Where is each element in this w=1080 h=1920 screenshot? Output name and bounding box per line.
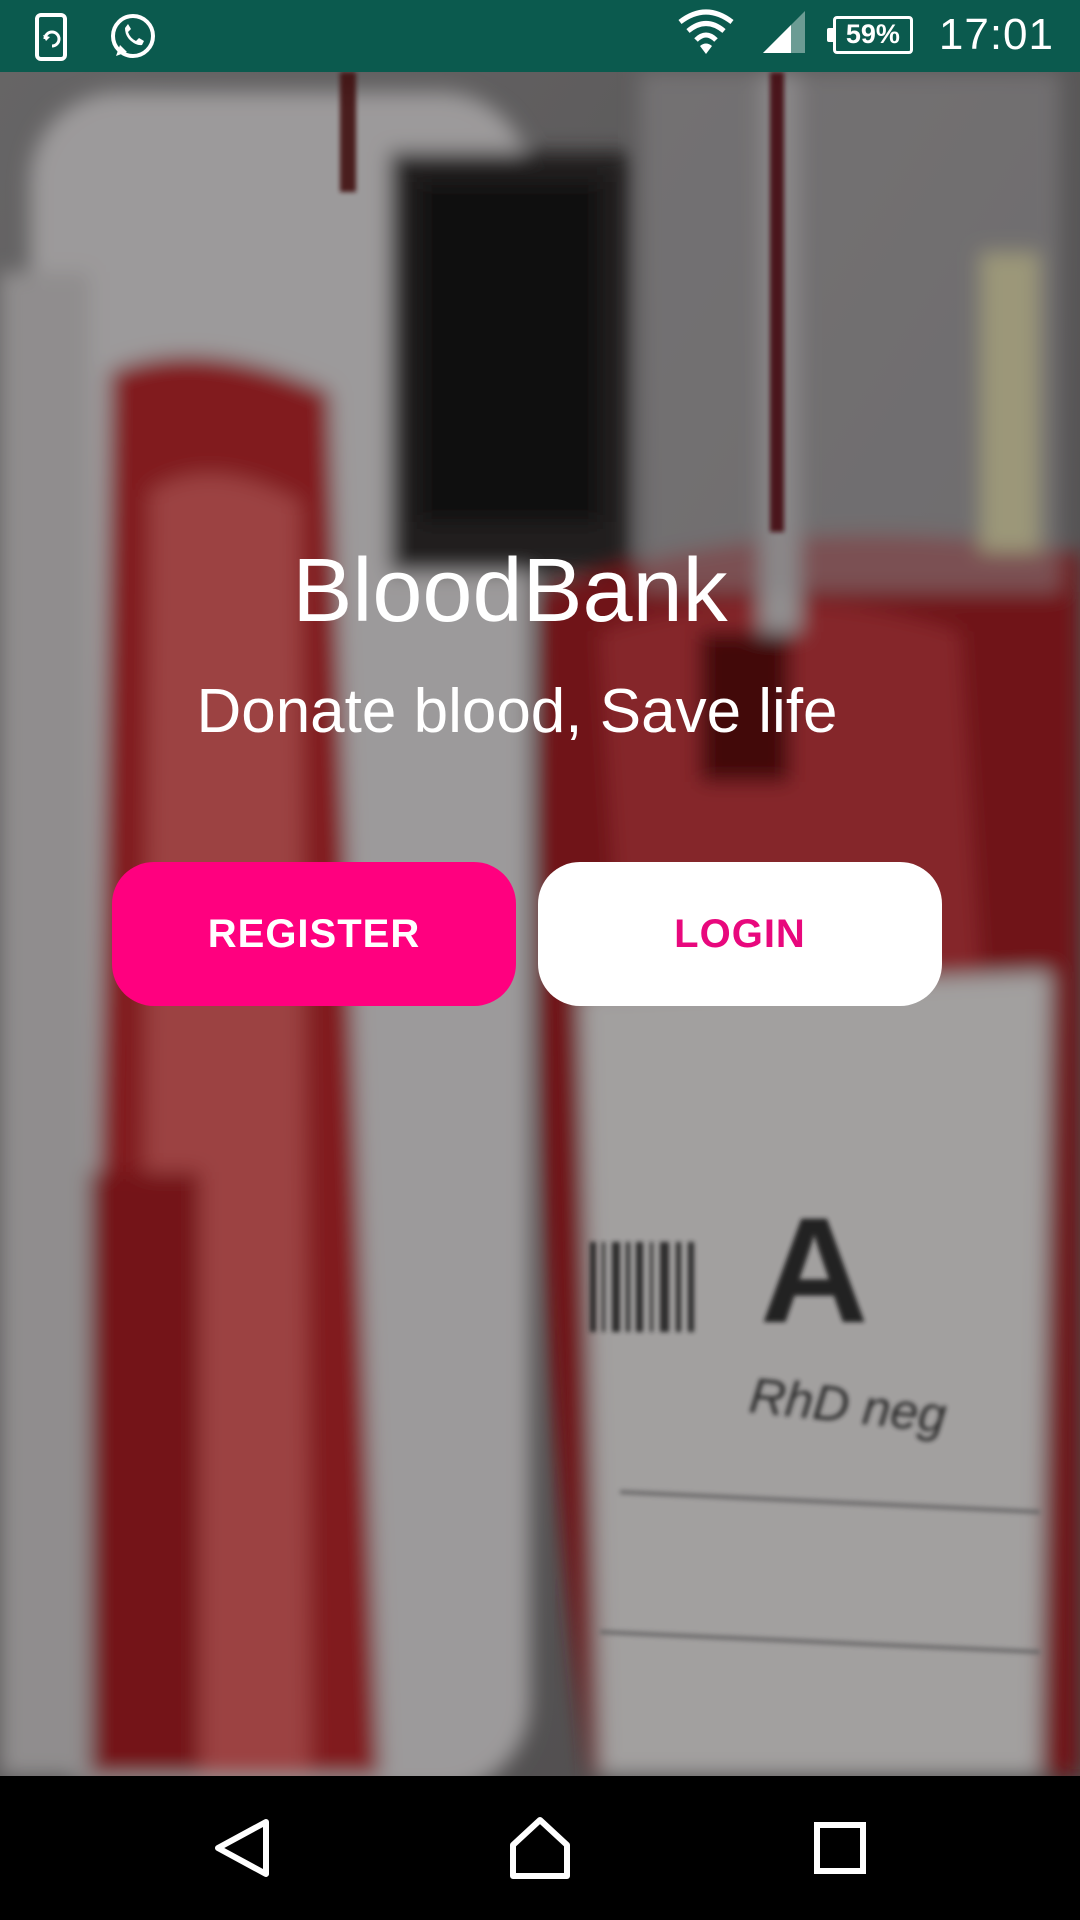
recents-icon[interactable] — [804, 1812, 876, 1884]
status-time: 17:01 — [938, 9, 1054, 59]
status-left-icons — [34, 12, 158, 67]
login-button[interactable]: LOGIN — [538, 862, 942, 1006]
navigation-bar — [0, 1776, 1080, 1920]
status-bar: 59% 17:01 — [0, 0, 1080, 72]
signal-icon — [761, 9, 807, 60]
battery-icon: 59% — [826, 15, 913, 54]
wifi-icon — [677, 8, 735, 61]
status-right-icons: 59% 17:01 — [677, 8, 1054, 61]
whatsapp-icon — [108, 12, 158, 67]
app-screen: 59% 17:01 A RhD neg BloodBank Donate blo… — [0, 0, 1080, 1920]
register-button[interactable]: REGISTER — [112, 862, 516, 1006]
sync-icon — [34, 13, 68, 66]
app-title: BloodBank — [292, 541, 728, 641]
back-icon[interactable] — [206, 1812, 278, 1884]
home-icon[interactable] — [504, 1812, 576, 1884]
battery-percent: 59% — [845, 19, 900, 49]
app-tagline: Donate blood, Save life — [196, 677, 838, 746]
